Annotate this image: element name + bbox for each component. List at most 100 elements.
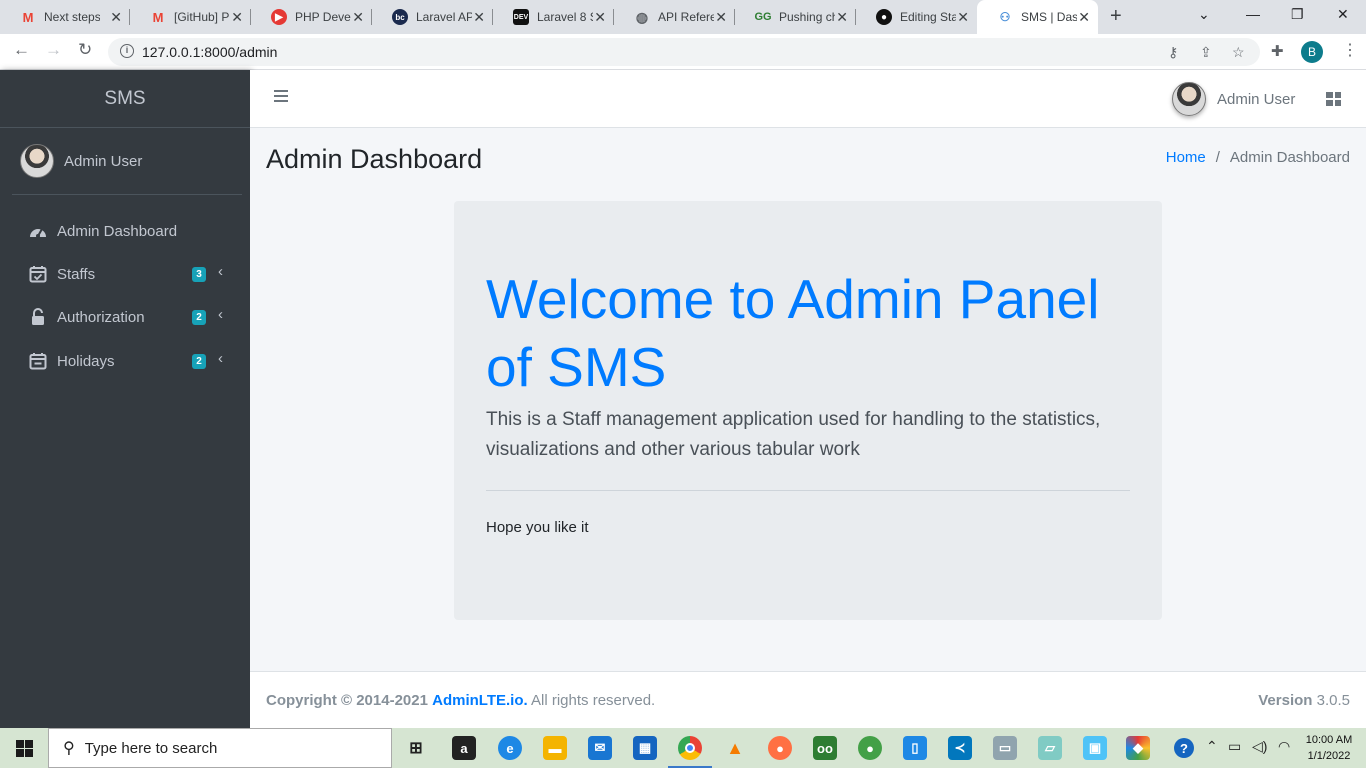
extensions-puzzle-icon[interactable]: ✚ [1271,42,1284,60]
user-panel[interactable]: Admin User [12,140,242,195]
breadcrumb-home-link[interactable]: Home [1166,149,1206,166]
sidebar-item-label: Staffs [57,265,96,283]
file-explorer-icon[interactable]: ▬ [543,736,567,760]
globe-icon: ◍ [635,8,649,25]
profile-avatar[interactable]: B [1301,41,1323,63]
browser-tab[interactable]: DEV Laravel 8 S ✕ [493,0,614,34]
back-arrow-icon[interactable]: ← [13,40,30,60]
browser-tab-active[interactable]: ⚇ SMS | Dasl ✕ [977,0,1098,34]
help-icon[interactable]: ? [1174,738,1194,758]
adminlte-link[interactable]: AdminLTE.io. [432,692,528,709]
search-icon: ⚲ [63,740,75,757]
new-tab-button[interactable]: + [1110,5,1122,28]
bookmark-star-icon[interactable]: ☆ [1232,44,1245,61]
window-close-icon[interactable]: ✕ [1337,6,1349,23]
version-number: 3.0.5 [1316,692,1350,709]
phone-app-icon[interactable]: ▯ [903,736,927,760]
close-icon[interactable]: ✕ [715,9,727,26]
vlc-icon[interactable]: ▲ [723,736,747,760]
chevron-left-icon[interactable]: ‹ [218,350,223,367]
calendar-minus-icon [28,351,48,371]
tab-title: API Refere [658,10,714,24]
close-icon[interactable]: ✕ [473,9,485,26]
monitor-app-icon[interactable]: ▭ [993,736,1017,760]
close-icon[interactable]: ✕ [110,9,122,26]
gmail-icon: M [22,9,34,25]
close-icon[interactable]: ✕ [836,9,848,26]
hamburger-menu-icon[interactable] [274,90,288,102]
browser-tab[interactable]: ● Editing Sta ✕ [856,0,977,34]
page-title: Admin Dashboard [266,144,483,174]
maps-icon[interactable]: ● [858,736,882,760]
edge-icon[interactable]: e [498,736,522,760]
browser-tab[interactable]: ◍ API Refere ✕ [614,0,735,34]
brand-link[interactable]: SMS [0,70,250,128]
battery-icon[interactable]: ▭ [1228,738,1241,755]
clock-date: 1/1/2022 [1307,750,1351,762]
amazon-icon[interactable]: a [452,736,476,760]
welcome-lead: This is a Staff management application u… [486,409,1101,460]
tab-title: [GitHub] Pl [174,10,230,24]
browser-menu-icon[interactable]: ⋮ [1342,40,1358,60]
gmail-icon: M [152,9,164,25]
task-view-icon[interactable]: ⊞ [404,736,428,760]
count-badge: 2 [192,354,206,369]
vscode-icon[interactable]: ≺ [948,736,972,760]
sidebar-item-holidays[interactable]: Holidays 2 ‹ [8,342,242,380]
close-icon[interactable]: ✕ [1078,9,1090,26]
key-icon[interactable]: ⚷ [1168,44,1178,61]
calendar-check-icon [28,264,48,284]
tab-search-icon[interactable]: ⌄ [1198,6,1210,23]
user-dropdown[interactable]: Admin User [1172,82,1295,116]
system-clock[interactable]: 10:00 AM 1/1/2022 [1298,732,1360,764]
url-text[interactable]: 127.0.0.1:8000/admin [142,44,277,60]
minimize-icon[interactable]: — [1246,6,1260,22]
chrome-icon[interactable] [678,736,702,760]
control-sidebar-grid-icon[interactable] [1326,92,1341,106]
browser-tab[interactable]: M Next steps ✕ [0,0,130,34]
sidebar-item-label: Admin Dashboard [57,222,178,240]
sidebar-item-admin-dashboard[interactable]: Admin Dashboard [8,212,242,250]
chevron-left-icon[interactable]: ‹ [218,263,223,280]
volume-icon[interactable]: ◁) [1252,738,1267,755]
count-badge: 2 [192,310,206,325]
welcome-heading: Welcome to Admin Panel of SMS [486,268,1100,398]
address-bar[interactable]: i 127.0.0.1:8000/admin ⚷ ⇪ ☆ [108,38,1260,66]
firefox-icon[interactable]: ● [768,736,792,760]
restore-icon[interactable]: ❐ [1291,6,1304,23]
user-name[interactable]: Admin User [64,153,142,170]
chevron-left-icon[interactable]: ‹ [218,306,223,323]
reload-icon[interactable]: ↻ [78,40,92,60]
browser-tab[interactable]: GG Pushing ch ✕ [735,0,856,34]
tripadvisor-icon[interactable]: oo [813,736,837,760]
browser-tab[interactable]: M [GitHub] Pl ✕ [130,0,251,34]
windows-start-icon[interactable] [16,740,33,757]
close-icon[interactable]: ✕ [352,9,364,26]
share-icon[interactable]: ⇪ [1200,44,1212,61]
search-placeholder: Type here to search [84,739,218,757]
taskbar-search-input[interactable]: ⚲ Type here to search [48,728,392,768]
windows-taskbar: ⚲ Type here to search ⊞ a e ▬ ✉ ▦ ▲ ● oo… [0,728,1366,768]
notes-app-icon[interactable]: ▱ [1038,736,1062,760]
site-info-icon[interactable]: i [120,44,134,58]
close-icon[interactable]: ✕ [594,9,606,26]
tab-title: PHP Devel [295,10,351,24]
tachometer-icon [28,221,48,241]
divider [486,490,1130,491]
mail-icon[interactable]: ✉ [588,736,612,760]
forward-arrow-icon[interactable]: → [45,40,62,60]
welcome-text: Hope you like it [486,519,589,536]
sidebar-item-authorization[interactable]: Authorization 2 ‹ [8,298,242,336]
browser-tab[interactable]: ▶ PHP Devel ✕ [251,0,372,34]
copyright-text: Copyright © 2014-2021 [266,692,428,709]
wifi-icon[interactable]: ◠ [1278,738,1290,755]
main-footer: Copyright © 2014-2021 AdminLTE.io. All r… [250,671,1366,728]
close-icon[interactable]: ✕ [231,9,243,26]
tray-chevron-up-icon[interactable]: ⌃ [1206,738,1218,755]
sidebar-item-staffs[interactable]: Staffs 3 ‹ [8,255,242,293]
browser-tab[interactable]: bc Laravel AP ✕ [372,0,493,34]
close-icon[interactable]: ✕ [957,9,969,26]
remote-desktop-icon[interactable]: ▣ [1083,736,1107,760]
store-icon[interactable]: ▦ [633,736,657,760]
paint-app-icon[interactable]: ◆ [1126,736,1150,760]
